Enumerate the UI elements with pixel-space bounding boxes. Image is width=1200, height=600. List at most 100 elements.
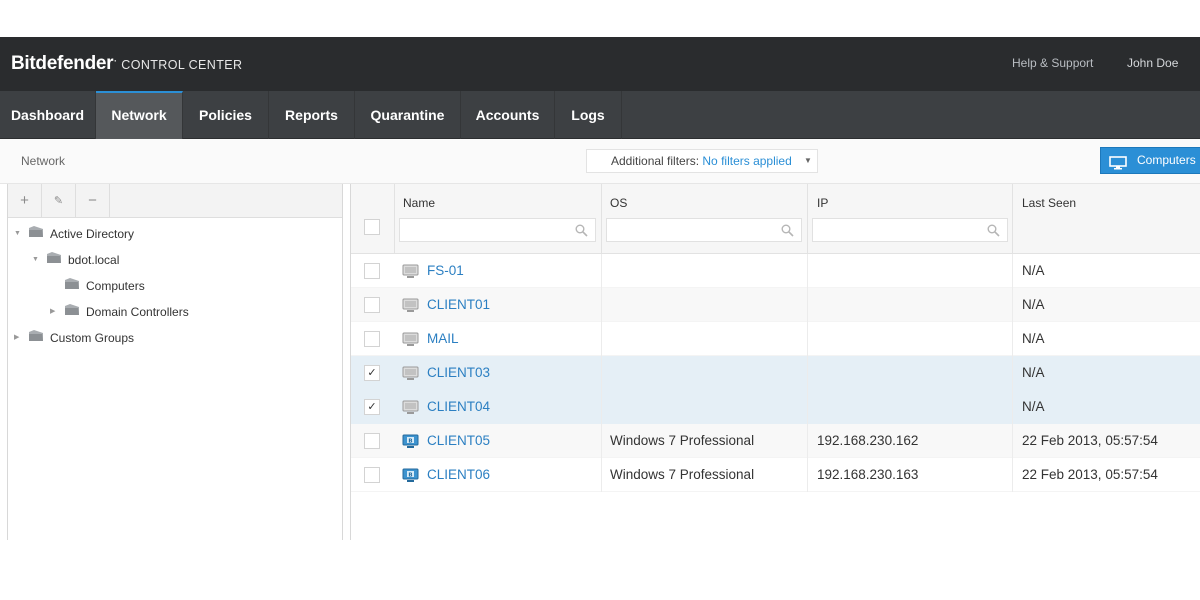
table-row[interactable]: B CLIENT06 Windows 7 Professional 192.16… <box>351 458 1200 492</box>
app-window: Bitdefender· CONTROL CENTER Help & Suppor… <box>0 37 1200 540</box>
edit-group-button[interactable]: ✎ <box>42 184 76 218</box>
computers-view-button[interactable]: Computers <box>1100 147 1200 174</box>
tree-item-computers[interactable]: Computers <box>50 274 145 296</box>
row-checkbox[interactable] <box>364 433 380 449</box>
computer-name-link[interactable]: FS-01 <box>427 263 464 278</box>
table-row[interactable]: MAIL N/A <box>351 322 1200 356</box>
tree-item-bdot-local[interactable]: ▼ bdot.local <box>32 248 119 270</box>
remove-group-button[interactable]: − <box>76 184 110 218</box>
tree-item-label: Computers <box>86 278 145 293</box>
tab-dashboard[interactable]: Dashboard <box>0 91 96 139</box>
sub-header: Network Additional filters: No filters a… <box>0 139 1200 184</box>
svg-text:B: B <box>408 472 412 478</box>
computer-managed-icon: B <box>402 468 419 488</box>
chevron-down-icon: ▼ <box>804 156 812 165</box>
column-divider <box>807 184 808 254</box>
table-row[interactable]: ✓ CLIENT04 N/A <box>351 390 1200 424</box>
row-checkbox-checked[interactable]: ✓ <box>364 365 380 381</box>
row-checkbox[interactable] <box>364 467 380 483</box>
computers-grid: Name OS IP Last Seen FS-01 N/A CLIENT01 … <box>350 184 1200 540</box>
folder-icon <box>28 223 44 245</box>
help-support-link[interactable]: Help & Support <box>1012 56 1093 70</box>
last-seen-cell: N/A <box>1022 331 1045 346</box>
table-row[interactable]: CLIENT01 N/A <box>351 288 1200 322</box>
last-seen-cell: N/A <box>1022 399 1045 414</box>
column-header-os[interactable]: OS <box>610 196 627 210</box>
tree-item-active-directory[interactable]: ▼ Active Directory <box>14 222 134 244</box>
name-filter-input[interactable] <box>399 218 596 242</box>
tree-item-custom-groups[interactable]: ▶ Custom Groups <box>14 326 134 348</box>
tab-network[interactable]: Network <box>96 91 183 139</box>
page-title: Network <box>21 154 66 168</box>
row-checkbox-checked[interactable]: ✓ <box>364 399 380 415</box>
last-seen-cell: N/A <box>1022 365 1045 380</box>
expand-arrow-icon[interactable]: ▼ <box>14 223 24 245</box>
row-checkbox[interactable] <box>364 297 380 313</box>
last-seen-cell: 22 Feb 2013, 05:57:54 <box>1022 467 1158 482</box>
brand-name: Bitdefender <box>11 53 114 74</box>
svg-text:B: B <box>408 438 412 444</box>
brand-logo: Bitdefender· CONTROL CENTER <box>11 53 242 75</box>
column-divider <box>601 254 602 492</box>
folder-icon <box>46 249 62 271</box>
ip-cell: 192.168.230.162 <box>817 433 919 448</box>
folder-icon <box>64 275 80 297</box>
computer-managed-icon: B <box>402 434 419 454</box>
computer-name-link[interactable]: CLIENT06 <box>427 467 490 482</box>
search-icon <box>987 224 1000 242</box>
tree-item-label: Custom Groups <box>50 330 135 345</box>
os-cell: Windows 7 Professional <box>610 467 755 482</box>
filters-label: Additional filters: <box>611 154 700 168</box>
expand-arrow-icon[interactable]: ▶ <box>50 301 60 323</box>
computer-unmanaged-icon <box>402 366 419 386</box>
tree-item-label: Active Directory <box>50 226 135 241</box>
additional-filters-dropdown[interactable]: Additional filters: No filters applied ▼ <box>586 149 818 173</box>
computer-name-link[interactable]: CLIENT04 <box>427 399 490 414</box>
os-cell: Windows 7 Professional <box>610 433 755 448</box>
column-divider <box>807 254 808 492</box>
row-checkbox[interactable] <box>364 331 380 347</box>
ip-filter-input[interactable] <box>812 218 1008 242</box>
last-seen-cell: N/A <box>1022 297 1045 312</box>
table-row[interactable]: B CLIENT05 Windows 7 Professional 192.16… <box>351 424 1200 458</box>
tree-item-domain-controllers[interactable]: ▶ Domain Controllers <box>50 300 189 322</box>
tab-reports[interactable]: Reports <box>269 91 355 139</box>
tab-quarantine[interactable]: Quarantine <box>355 91 461 139</box>
computer-name-link[interactable]: CLIENT01 <box>427 297 490 312</box>
tab-accounts[interactable]: Accounts <box>461 91 555 139</box>
last-seen-cell: N/A <box>1022 263 1045 278</box>
user-menu[interactable]: John Doe <box>1127 56 1178 70</box>
monitor-icon <box>1109 154 1127 179</box>
column-divider <box>1012 254 1013 492</box>
column-header-last-seen[interactable]: Last Seen <box>1022 196 1076 210</box>
row-checkbox[interactable] <box>364 263 380 279</box>
table-row[interactable]: FS-01 N/A <box>351 254 1200 288</box>
group-tree-panel: + ✎ − ▼ Active Directory ▼ bdot.local Comp… <box>7 184 343 540</box>
computer-name-link[interactable]: CLIENT05 <box>427 433 490 448</box>
search-icon <box>575 224 588 242</box>
computer-unmanaged-icon <box>402 332 419 352</box>
computer-name-link[interactable]: MAIL <box>427 331 459 346</box>
expand-arrow-icon[interactable]: ▼ <box>32 249 42 271</box>
main-nav: Dashboard Network Policies Reports Quara… <box>0 91 1200 139</box>
column-divider <box>1012 184 1013 254</box>
filters-value: No filters applied <box>702 154 792 168</box>
tree-item-label: bdot.local <box>68 252 120 267</box>
folder-icon <box>28 327 44 349</box>
add-group-button[interactable]: + <box>8 184 42 218</box>
tree-toolbar: + ✎ − <box>8 184 342 218</box>
select-all-checkbox[interactable] <box>364 219 380 235</box>
brand-subtitle: CONTROL CENTER <box>121 58 243 72</box>
table-row[interactable]: ✓ CLIENT03 N/A <box>351 356 1200 390</box>
column-header-ip[interactable]: IP <box>817 196 828 210</box>
computer-unmanaged-icon <box>402 400 419 420</box>
tab-policies[interactable]: Policies <box>183 91 269 139</box>
column-header-name[interactable]: Name <box>403 196 435 210</box>
os-filter-input[interactable] <box>606 218 802 242</box>
tab-logs[interactable]: Logs <box>555 91 622 139</box>
last-seen-cell: 22 Feb 2013, 05:57:54 <box>1022 433 1158 448</box>
ip-cell: 192.168.230.163 <box>817 467 919 482</box>
folder-icon <box>64 301 80 323</box>
expand-arrow-icon[interactable]: ▶ <box>14 327 24 349</box>
computer-name-link[interactable]: CLIENT03 <box>427 365 490 380</box>
